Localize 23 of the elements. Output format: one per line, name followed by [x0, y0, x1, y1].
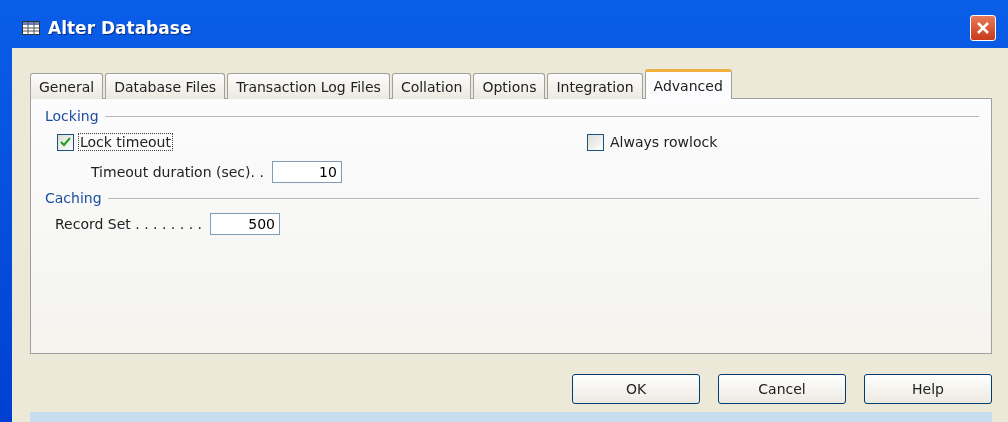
field-label: Record Set . . . . . . . .	[55, 216, 202, 232]
checkbox-box	[587, 133, 604, 151]
tab[interactable]: Transaction Log Files	[227, 73, 390, 99]
dialog-button[interactable]: OK	[572, 374, 700, 404]
group-title: Locking	[45, 108, 99, 124]
input-field[interactable]: 500	[210, 213, 280, 235]
close-button[interactable]	[970, 15, 996, 41]
tab[interactable]: Options	[473, 73, 546, 99]
tab[interactable]: Advanced	[644, 69, 732, 99]
group-title: Caching	[45, 190, 102, 206]
table-icon	[22, 21, 40, 35]
dialog-button[interactable]: Help	[864, 374, 992, 404]
input-field[interactable]: 10	[271, 161, 342, 183]
tab[interactable]: Database Files	[105, 73, 226, 99]
dialog-button[interactable]: Cancel	[718, 374, 846, 404]
checkbox[interactable]: Always rowlock	[587, 133, 720, 151]
tab[interactable]: Integration	[547, 73, 643, 99]
tab[interactable]: Collation	[391, 73, 472, 99]
window-title: Alter Database	[48, 18, 192, 38]
checkbox[interactable]: Lock timeout	[57, 133, 587, 151]
tab[interactable]: General	[30, 73, 104, 99]
field-label: Timeout duration (sec). .	[91, 164, 264, 180]
close-icon	[976, 21, 990, 35]
